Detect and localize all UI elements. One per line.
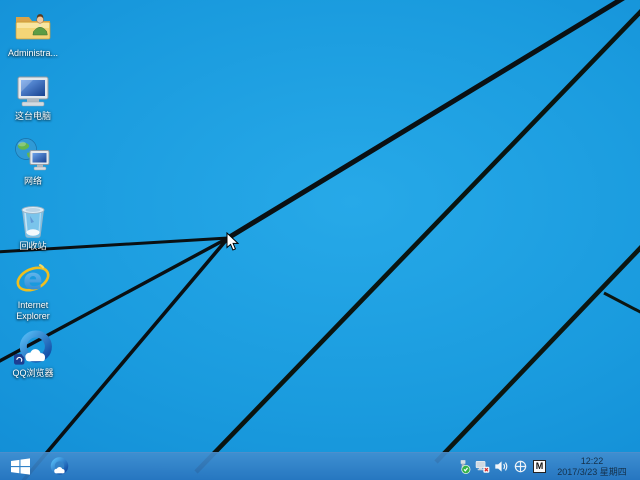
icon-label: Administra...	[7, 48, 58, 58]
icon-label: 网络	[23, 176, 42, 186]
svg-text:e: e	[23, 262, 43, 296]
clock-time: 12:22	[580, 455, 604, 466]
desktop-icon-recycle-bin[interactable]: 回收站	[2, 202, 64, 252]
icon-label: QQ浏览器	[12, 368, 54, 378]
desktop: Administra... 这台电脑 网络 回收站 e Internet Exp…	[0, 0, 640, 480]
desktop-icon-this-pc[interactable]: 这台电脑	[2, 72, 64, 122]
network-disconnected-icon[interactable]	[475, 459, 490, 474]
icon-label: 这台电脑	[14, 111, 51, 121]
internet-explorer-icon: e	[16, 262, 50, 296]
desktop-icon-network[interactable]: 网络	[2, 137, 64, 187]
icon-label: 回收站	[19, 241, 47, 251]
volume-icon[interactable]	[494, 459, 509, 474]
ime-globe-icon[interactable]	[513, 459, 528, 474]
recycle-bin-icon	[21, 206, 45, 238]
desktop-icon-qq-browser[interactable]: QQ浏览器	[2, 329, 64, 379]
desktop-icon-internet-explorer[interactable]: e Internet Explorer	[2, 261, 64, 322]
windows-logo-icon	[10, 458, 30, 475]
this-pc-icon	[17, 76, 49, 107]
desktop-icon-administrator[interactable]: Administra...	[2, 9, 64, 59]
wallpaper-beams	[0, 0, 640, 480]
start-button[interactable]	[0, 453, 40, 480]
clock-date: 2017/3/23 星期四	[557, 466, 627, 477]
usb-safely-remove-icon[interactable]	[456, 459, 471, 474]
icon-label: Internet Explorer	[16, 300, 50, 321]
taskbar: M 12:22 2017/3/23 星期四	[0, 452, 640, 480]
qq-browser-icon	[50, 457, 68, 475]
ime-mode-letter: M	[533, 460, 546, 473]
taskbar-qq-browser-button[interactable]	[44, 453, 74, 480]
administrator-folder-icon	[15, 14, 51, 40]
ime-mode-indicator[interactable]: M	[532, 459, 547, 474]
qq-browser-icon	[14, 330, 52, 365]
mouse-cursor	[226, 232, 239, 251]
network-icon	[15, 138, 50, 171]
taskbar-clock[interactable]: 12:22 2017/3/23 星期四	[550, 456, 640, 478]
system-tray: M	[453, 453, 550, 480]
